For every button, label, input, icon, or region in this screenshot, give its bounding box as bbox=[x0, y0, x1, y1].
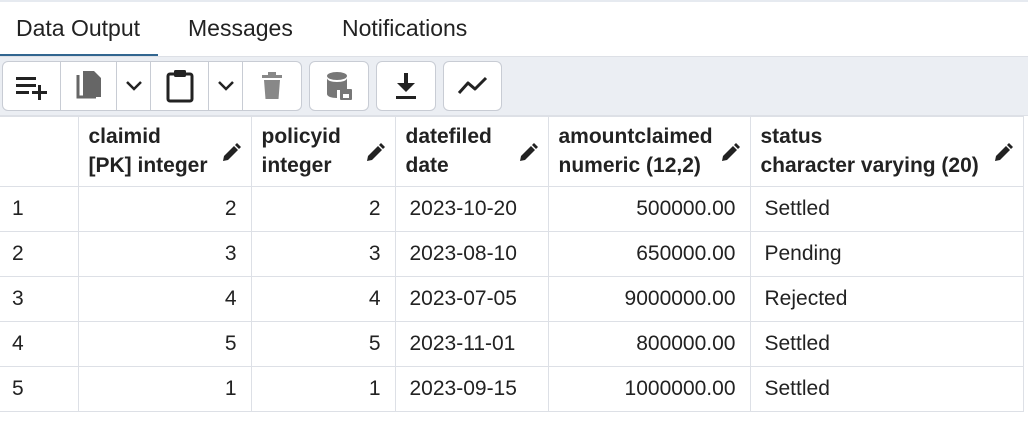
row-number-header[interactable] bbox=[0, 116, 79, 187]
column-header-amountclaimed[interactable]: amountclaimed numeric (12,2) bbox=[547, 116, 751, 187]
table-row: 3 4 4 2023-07-05 9000000.00 Rejected bbox=[0, 276, 1024, 322]
paste-icon bbox=[166, 70, 193, 103]
cell-status[interactable]: Pending bbox=[749, 231, 1024, 277]
column-name: amountclaimed bbox=[558, 125, 713, 148]
column-type: character varying (20) bbox=[760, 154, 979, 177]
row-number[interactable]: 4 bbox=[0, 321, 79, 367]
cell-amountclaimed[interactable]: 1000000.00 bbox=[547, 366, 751, 412]
save-data-icon bbox=[327, 72, 352, 100]
download-icon bbox=[396, 73, 416, 99]
column-type: date bbox=[405, 154, 449, 177]
column-header-policyid[interactable]: policyid integer bbox=[250, 116, 396, 187]
paste-button[interactable] bbox=[151, 62, 209, 110]
cell-claimid[interactable]: 1 bbox=[77, 366, 252, 412]
chevron-down-icon bbox=[217, 81, 234, 91]
cell-datefiled[interactable]: 2023-10-20 bbox=[394, 186, 549, 232]
graph-group bbox=[443, 61, 502, 111]
cell-datefiled[interactable]: 2023-07-05 bbox=[394, 276, 549, 322]
column-name: datefiled bbox=[405, 125, 492, 148]
cell-claimid[interactable]: 2 bbox=[77, 186, 252, 232]
column-header-status[interactable]: status character varying (20) bbox=[749, 116, 1024, 187]
row-number[interactable]: 1 bbox=[0, 186, 79, 232]
edit-pencil-icon[interactable] bbox=[221, 143, 241, 163]
tab-messages[interactable]: Messages bbox=[188, 10, 293, 50]
cell-claimid[interactable]: 4 bbox=[77, 276, 252, 322]
column-name: policyid bbox=[261, 125, 341, 148]
row-number[interactable]: 3 bbox=[0, 276, 79, 322]
column-header-claimid[interactable]: claimid [PK] integer bbox=[77, 116, 252, 187]
cell-policyid[interactable]: 3 bbox=[250, 231, 396, 277]
graph-visualiser-button[interactable] bbox=[444, 62, 501, 110]
header-row: claimid [PK] integer policyid integer da… bbox=[0, 116, 1024, 187]
edit-pencil-icon[interactable] bbox=[518, 143, 538, 163]
copy-button[interactable] bbox=[61, 62, 117, 110]
cell-policyid[interactable]: 5 bbox=[250, 321, 396, 367]
save-group bbox=[309, 61, 369, 111]
download-button[interactable] bbox=[377, 62, 435, 110]
data-output-toolbar bbox=[0, 56, 1028, 116]
data-grid: claimid [PK] integer policyid integer da… bbox=[0, 116, 1028, 412]
column-type: numeric (12,2) bbox=[558, 154, 701, 177]
table-row: 5 1 1 2023-09-15 1000000.00 Settled bbox=[0, 366, 1024, 412]
tab-notifications[interactable]: Notifications bbox=[342, 10, 467, 50]
paste-options-dropdown[interactable] bbox=[209, 62, 243, 110]
cell-amountclaimed[interactable]: 500000.00 bbox=[547, 186, 751, 232]
add-row-icon bbox=[15, 77, 47, 100]
table-row: 2 3 3 2023-08-10 650000.00 Pending bbox=[0, 231, 1024, 277]
cell-datefiled[interactable]: 2023-09-15 bbox=[394, 366, 549, 412]
cell-datefiled[interactable]: 2023-08-10 bbox=[394, 231, 549, 277]
row-number[interactable]: 5 bbox=[0, 366, 79, 412]
cell-amountclaimed[interactable]: 650000.00 bbox=[547, 231, 751, 277]
cell-claimid[interactable]: 3 bbox=[77, 231, 252, 277]
copy-icon bbox=[76, 71, 101, 99]
result-tabs: Data Output Messages Notifications bbox=[0, 0, 1028, 58]
edit-pencil-icon[interactable] bbox=[993, 143, 1013, 163]
cell-policyid[interactable]: 2 bbox=[250, 186, 396, 232]
result-table: claimid [PK] integer policyid integer da… bbox=[0, 116, 1024, 412]
table-row: 4 5 5 2023-11-01 800000.00 Settled bbox=[0, 321, 1024, 367]
download-group bbox=[376, 61, 436, 111]
cell-policyid[interactable]: 4 bbox=[250, 276, 396, 322]
delete-icon bbox=[262, 72, 282, 99]
cell-status[interactable]: Settled bbox=[749, 321, 1024, 367]
column-name: status bbox=[760, 125, 823, 148]
edit-button-group bbox=[2, 61, 302, 111]
save-data-button[interactable] bbox=[310, 62, 368, 110]
cell-policyid[interactable]: 1 bbox=[250, 366, 396, 412]
chevron-down-icon bbox=[125, 81, 142, 91]
column-name: claimid bbox=[88, 125, 161, 148]
graph-visualiser-icon bbox=[457, 76, 487, 95]
column-type: [PK] integer bbox=[88, 154, 208, 177]
cell-status[interactable]: Settled bbox=[749, 366, 1024, 412]
table-row: 1 2 2 2023-10-20 500000.00 Settled bbox=[0, 186, 1024, 232]
edit-pencil-icon[interactable] bbox=[365, 143, 385, 163]
column-type: integer bbox=[261, 154, 332, 177]
cell-claimid[interactable]: 5 bbox=[77, 321, 252, 367]
add-row-button[interactable] bbox=[3, 62, 61, 110]
cell-status[interactable]: Settled bbox=[749, 186, 1024, 232]
edit-pencil-icon[interactable] bbox=[720, 143, 740, 163]
cell-status[interactable]: Rejected bbox=[749, 276, 1024, 322]
cell-datefiled[interactable]: 2023-11-01 bbox=[394, 321, 549, 367]
row-number[interactable]: 2 bbox=[0, 231, 79, 277]
copy-options-dropdown[interactable] bbox=[117, 62, 151, 110]
delete-button[interactable] bbox=[243, 62, 301, 110]
tab-data-output[interactable]: Data Output bbox=[0, 10, 159, 58]
cell-amountclaimed[interactable]: 800000.00 bbox=[547, 321, 751, 367]
cell-amountclaimed[interactable]: 9000000.00 bbox=[547, 276, 751, 322]
column-header-datefiled[interactable]: datefiled date bbox=[394, 116, 549, 187]
